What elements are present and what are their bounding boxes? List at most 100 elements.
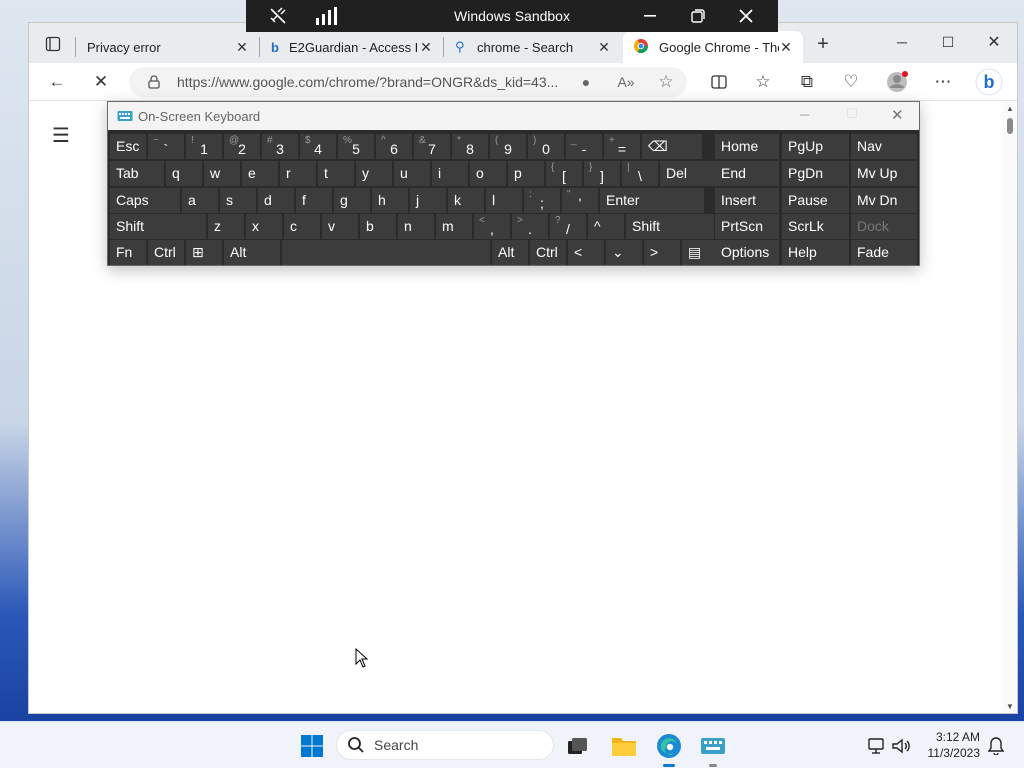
- key-g[interactable]: g: [334, 188, 370, 213]
- key-symbol[interactable]: {[: [546, 161, 582, 186]
- close-icon[interactable]: ✕: [777, 38, 795, 56]
- key-prtscn[interactable]: PrtScn: [715, 214, 779, 239]
- key-m[interactable]: m: [436, 214, 472, 239]
- key-6[interactable]: ^ 6: [376, 134, 412, 159]
- key-home[interactable]: Home: [715, 134, 779, 159]
- key-alt[interactable]: Alt: [492, 240, 528, 265]
- key-h[interactable]: h: [372, 188, 408, 213]
- volume-icon[interactable]: [885, 730, 917, 762]
- key-ctrl[interactable]: Ctrl: [530, 240, 566, 265]
- key-symbol[interactable]: }]: [584, 161, 620, 186]
- tab-privacy-error[interactable]: Privacy error ✕: [77, 31, 259, 63]
- tab-chrome-search[interactable]: ⚲ chrome - Search ✕: [445, 31, 621, 63]
- favorite-star-icon[interactable]: ☆: [655, 72, 677, 92]
- start-button[interactable]: [296, 730, 328, 762]
- key-c[interactable]: c: [284, 214, 320, 239]
- key-symbol[interactable]: ⌫: [642, 134, 702, 159]
- scroll-up-icon[interactable]: ▲: [1006, 104, 1014, 113]
- key-shift[interactable]: Shift: [626, 214, 714, 239]
- close-icon[interactable]: ✕: [233, 38, 251, 56]
- key-mv-up[interactable]: Mv Up: [851, 161, 917, 186]
- key-8[interactable]: * 8: [452, 134, 488, 159]
- key-end[interactable]: End: [715, 161, 779, 186]
- key-options[interactable]: Options: [715, 240, 779, 265]
- key-1[interactable]: ! 1: [186, 134, 222, 159]
- key-z[interactable]: z: [208, 214, 244, 239]
- key-i[interactable]: i: [432, 161, 468, 186]
- file-explorer-icon[interactable]: [608, 730, 640, 762]
- scroll-down-icon[interactable]: ▼: [1006, 702, 1014, 711]
- copilot-icon[interactable]: b: [973, 67, 1005, 97]
- collections-icon[interactable]: ⧉: [791, 67, 823, 97]
- menu-icon[interactable]: ☰: [45, 120, 77, 150]
- key-9[interactable]: (9: [490, 134, 526, 159]
- key-pause[interactable]: Pause: [782, 188, 849, 213]
- address-bar[interactable]: https://www.google.com/chrome/?brand=ONG…: [129, 67, 687, 97]
- key-j[interactable]: j: [410, 188, 446, 213]
- key-3[interactable]: #3: [262, 134, 298, 159]
- task-view-icon[interactable]: [562, 730, 594, 762]
- key-caps[interactable]: Caps: [110, 188, 180, 213]
- edge-icon[interactable]: [653, 730, 685, 762]
- key-space[interactable]: [282, 240, 490, 265]
- key-0[interactable]: ) 0: [528, 134, 564, 159]
- key-nav[interactable]: Nav: [851, 134, 917, 159]
- osk-title-bar[interactable]: On-Screen Keyboard ─ ☐ ✕: [108, 102, 919, 130]
- favorites-icon[interactable]: ☆: [747, 67, 779, 97]
- key-del[interactable]: Del: [660, 161, 720, 186]
- key-d[interactable]: d: [258, 188, 294, 213]
- osk-minimize-icon[interactable]: ─: [800, 107, 809, 122]
- key-t[interactable]: t: [318, 161, 354, 186]
- key-tab[interactable]: Tab: [110, 161, 164, 186]
- key-enter[interactable]: Enter: [600, 188, 704, 213]
- key-symbol[interactable]: ▤: [682, 240, 718, 265]
- osk-close-icon[interactable]: ✕: [891, 106, 904, 124]
- maximize-icon[interactable]: ☐: [925, 27, 971, 57]
- key-insert[interactable]: Insert: [715, 188, 779, 213]
- key-pgdn[interactable]: PgDn: [782, 161, 849, 186]
- key-mv-dn[interactable]: Mv Dn: [851, 188, 917, 213]
- disconnect-icon[interactable]: [258, 0, 298, 32]
- back-icon[interactable]: ←: [41, 67, 73, 97]
- key-alt[interactable]: Alt: [224, 240, 280, 265]
- key-r[interactable]: r: [280, 161, 316, 186]
- key-symbol[interactable]: >: [644, 240, 680, 265]
- clock[interactable]: 3:12 AM 11/3/2023: [928, 729, 981, 761]
- close-window-icon[interactable]: ✕: [971, 27, 1017, 57]
- key-symbol[interactable]: ? /: [550, 214, 586, 239]
- key-ctrl[interactable]: Ctrl: [148, 240, 184, 265]
- key-b[interactable]: b: [360, 214, 396, 239]
- key-p[interactable]: p: [508, 161, 544, 186]
- key-s[interactable]: s: [220, 188, 256, 213]
- key-e[interactable]: e: [242, 161, 278, 186]
- key-symbol[interactable]: ⊞: [186, 240, 222, 265]
- key-w[interactable]: w: [204, 161, 240, 186]
- key-help[interactable]: Help: [782, 240, 849, 265]
- close-icon[interactable]: ✕: [595, 38, 613, 56]
- key-symbol[interactable]: | \: [622, 161, 658, 186]
- key-u[interactable]: u: [394, 161, 430, 186]
- stop-loading-icon[interactable]: ✕: [85, 67, 117, 97]
- read-aloud-icon[interactable]: A»: [615, 72, 637, 92]
- key-symbol[interactable]: ^: [588, 214, 624, 239]
- browser-essentials-icon[interactable]: ♡: [835, 67, 867, 97]
- key-7[interactable]: & 7: [414, 134, 450, 159]
- key-symbol[interactable]: _ -: [566, 134, 602, 159]
- key-symbol[interactable]: ~ `: [148, 134, 184, 159]
- key-pgup[interactable]: PgUp: [782, 134, 849, 159]
- key-x[interactable]: x: [246, 214, 282, 239]
- key-a[interactable]: a: [182, 188, 218, 213]
- key-y[interactable]: y: [356, 161, 392, 186]
- key-fn[interactable]: Fn: [110, 240, 146, 265]
- key-q[interactable]: q: [166, 161, 202, 186]
- tab-actions-icon[interactable]: [37, 29, 69, 59]
- key-2[interactable]: @2: [224, 134, 260, 159]
- key-5[interactable]: % 5: [338, 134, 374, 159]
- key-symbol[interactable]: >.: [512, 214, 548, 239]
- key-dock[interactable]: Dock: [851, 214, 917, 239]
- key-4[interactable]: $4: [300, 134, 336, 159]
- key-v[interactable]: v: [322, 214, 358, 239]
- notification-bell-icon[interactable]: [980, 730, 1012, 762]
- osk-maximize-icon[interactable]: ☐: [846, 106, 858, 122]
- restore-icon[interactable]: [675, 0, 721, 32]
